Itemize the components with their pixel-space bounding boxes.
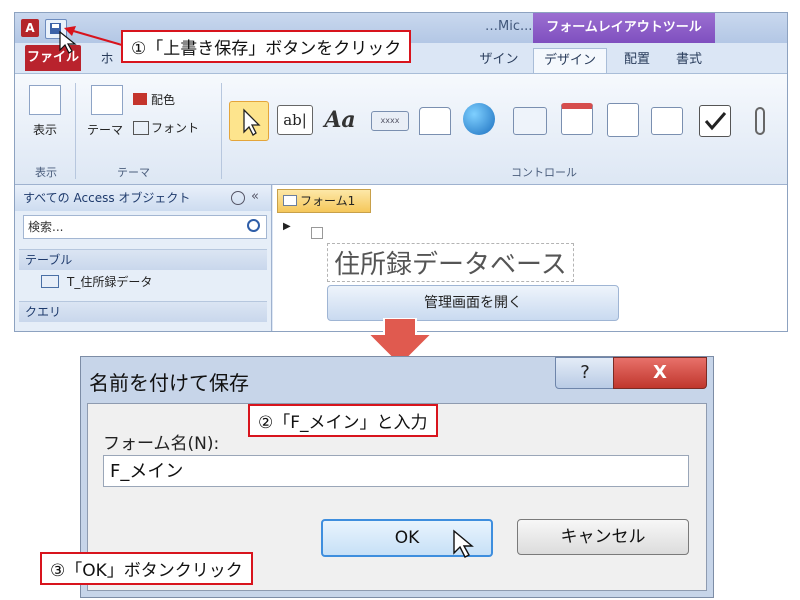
mouse-cursor-icon [59, 30, 77, 54]
mouse-cursor-icon [453, 529, 474, 558]
callout-step2: ②「F_メイン」と入力 [248, 404, 438, 437]
form-name-label: フォーム名(N): [103, 434, 220, 454]
dialog-title: 名前を付けて保存 [89, 371, 249, 395]
cancel-button[interactable]: キャンセル [517, 519, 689, 555]
close-button[interactable]: X [613, 357, 707, 389]
callout-step3: ③「OK」ボタンクリック [40, 552, 253, 585]
help-button[interactable]: ? [555, 357, 615, 389]
form-name-input[interactable]: F_メイン [103, 455, 689, 487]
